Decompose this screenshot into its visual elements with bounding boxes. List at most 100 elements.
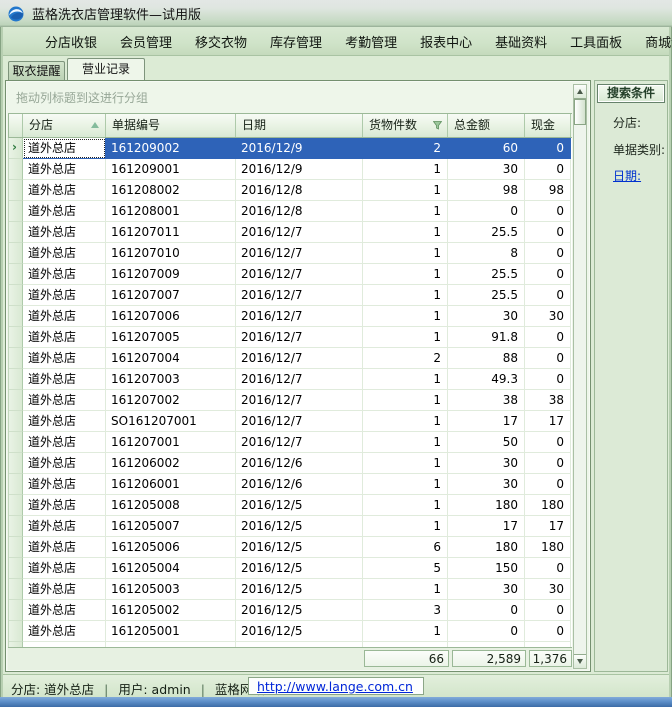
cell-item-count[interactable]: 1	[363, 159, 448, 180]
cell-store[interactable]: 道外总店	[23, 453, 106, 474]
cell-total-amount[interactable]: 180	[448, 537, 525, 558]
website-url-link[interactable]: http://www.lange.com.cn	[257, 679, 413, 694]
cell-item-count[interactable]: 1	[363, 453, 448, 474]
cell-receipt-no[interactable]: 161205003	[106, 579, 236, 600]
cell-cash[interactable]: 180	[525, 495, 571, 516]
row-indicator[interactable]	[9, 390, 23, 411]
cell-item-count[interactable]: 2	[363, 348, 448, 369]
vertical-scrollbar[interactable]	[573, 84, 587, 669]
column-header-cash[interactable]: 现金	[525, 114, 571, 137]
cell-item-count[interactable]: 1	[363, 327, 448, 348]
cell-cash[interactable]: 0	[525, 222, 571, 243]
cell-date[interactable]: 2016/12/7	[236, 285, 363, 306]
table-row[interactable]: 道外总店1612070052016/12/7191.80	[9, 327, 572, 348]
row-indicator[interactable]	[9, 264, 23, 285]
column-header-store[interactable]: 分店	[23, 114, 106, 137]
cell-receipt-no[interactable]: 161207003	[106, 369, 236, 390]
cell-item-count[interactable]: 1	[363, 306, 448, 327]
cell-cash[interactable]: 0	[525, 369, 571, 390]
cell-total-amount[interactable]: 88	[448, 348, 525, 369]
cell-cash[interactable]: 0	[525, 327, 571, 348]
menu-item-store-cashier[interactable]: 分店收银	[45, 32, 97, 51]
menu-item-attendance[interactable]: 考勤管理	[345, 32, 397, 51]
cell-date[interactable]: 2016/12/7	[236, 411, 363, 432]
cell-cash[interactable]: 0	[525, 348, 571, 369]
menu-item-reports[interactable]: 报表中心	[420, 32, 472, 51]
cell-total-amount[interactable]: 49.3	[448, 369, 525, 390]
cell-receipt-no[interactable]: 161205004	[106, 558, 236, 579]
cell-total-amount[interactable]: 30	[448, 159, 525, 180]
cell-date[interactable]: 2016/12/6	[236, 453, 363, 474]
cell-date[interactable]: 2016/12/8	[236, 201, 363, 222]
cell-store[interactable]: 道外总店	[23, 474, 106, 495]
group-by-drop-zone[interactable]: 拖动列标题到这进行分组	[16, 89, 148, 106]
cell-cash[interactable]: 0	[525, 600, 571, 621]
column-header-date[interactable]: 日期	[236, 114, 363, 137]
table-row[interactable]: ›道外总店1612090022016/12/92600	[9, 138, 572, 159]
cell-store[interactable]: 道外总店	[23, 411, 106, 432]
cell-receipt-no[interactable]: 161205001	[106, 621, 236, 642]
cell-item-count[interactable]: 1	[363, 411, 448, 432]
cell-receipt-no[interactable]: 161207007	[106, 285, 236, 306]
cell-total-amount[interactable]: 0	[448, 600, 525, 621]
column-header-total-amount[interactable]: 总金额	[448, 114, 525, 137]
cell-total-amount[interactable]: 0	[448, 621, 525, 642]
cell-receipt-no[interactable]: 161206001	[106, 474, 236, 495]
cell-receipt-no[interactable]: 161207001	[106, 432, 236, 453]
cell-total-amount[interactable]: 91.8	[448, 327, 525, 348]
cell-date[interactable]: 2016/12/7	[236, 243, 363, 264]
row-indicator[interactable]	[9, 201, 23, 222]
cell-date[interactable]: 2016/12/7	[236, 264, 363, 285]
cell-cash[interactable]: 0	[525, 201, 571, 222]
cell-item-count[interactable]: 1	[363, 390, 448, 411]
table-row[interactable]: 道外总店1612070032016/12/7149.30	[9, 369, 572, 390]
table-row[interactable]: 道外总店1612080012016/12/8100	[9, 201, 572, 222]
table-row[interactable]: 道外总店1612050072016/12/511717	[9, 516, 572, 537]
row-indicator[interactable]: ›	[9, 138, 23, 159]
row-indicator[interactable]	[9, 600, 23, 621]
menu-item-inventory[interactable]: 库存管理	[270, 32, 322, 51]
table-row[interactable]: 道外总店1612050012016/12/5100	[9, 621, 572, 642]
row-indicator[interactable]	[9, 474, 23, 495]
table-row[interactable]: 道外总店SO1612070012016/12/711717	[9, 411, 572, 432]
table-row[interactable]: 道外总店1612070022016/12/713838	[9, 390, 572, 411]
tab-business-records[interactable]: 营业记录	[67, 58, 145, 80]
cell-store[interactable]: 道外总店	[23, 138, 106, 159]
row-indicator[interactable]	[9, 348, 23, 369]
cell-store[interactable]: 道外总店	[23, 159, 106, 180]
cell-receipt-no[interactable]: 161207005	[106, 327, 236, 348]
cell-total-amount[interactable]: 30	[448, 453, 525, 474]
cell-date[interactable]: 2016/12/7	[236, 327, 363, 348]
cell-item-count[interactable]: 1	[363, 180, 448, 201]
cell-cash[interactable]: 30	[525, 306, 571, 327]
cell-total-amount[interactable]: 8	[448, 243, 525, 264]
cell-receipt-no[interactable]: 161209001	[106, 159, 236, 180]
cell-date[interactable]: 2016/12/7	[236, 390, 363, 411]
cell-date[interactable]: 2016/12/7	[236, 222, 363, 243]
cell-receipt-no[interactable]: 161205002	[106, 600, 236, 621]
cell-store[interactable]: 道外总店	[23, 348, 106, 369]
cell-date[interactable]: 2016/12/7	[236, 306, 363, 327]
cell-total-amount[interactable]: 25.5	[448, 222, 525, 243]
cell-cash[interactable]: 0	[525, 432, 571, 453]
cell-receipt-no[interactable]: 161207011	[106, 222, 236, 243]
menu-item-transfer[interactable]: 移交衣物	[195, 32, 247, 51]
row-indicator[interactable]	[9, 306, 23, 327]
cell-total-amount[interactable]: 30	[448, 474, 525, 495]
cell-date[interactable]: 2016/12/6	[236, 474, 363, 495]
table-row[interactable]: 道外总店1612070072016/12/7125.50	[9, 285, 572, 306]
cell-receipt-no[interactable]: 161207002	[106, 390, 236, 411]
cell-item-count[interactable]: 1	[363, 201, 448, 222]
cell-store[interactable]: 道外总店	[23, 516, 106, 537]
cell-store[interactable]: 道外总店	[23, 558, 106, 579]
cell-cash[interactable]: 0	[525, 474, 571, 495]
table-row[interactable]: 道外总店1612050042016/12/551500	[9, 558, 572, 579]
menu-item-mall-settings[interactable]: 商城设置	[645, 32, 672, 51]
cell-total-amount[interactable]: 0	[448, 201, 525, 222]
cell-store[interactable]: 道外总店	[23, 390, 106, 411]
cell-item-count[interactable]: 1	[363, 516, 448, 537]
cell-receipt-no[interactable]: 161205008	[106, 495, 236, 516]
tab-pickup-reminder[interactable]: 取衣提醒	[8, 61, 65, 80]
scroll-down-button[interactable]	[574, 654, 586, 668]
cell-cash[interactable]: 98	[525, 180, 571, 201]
